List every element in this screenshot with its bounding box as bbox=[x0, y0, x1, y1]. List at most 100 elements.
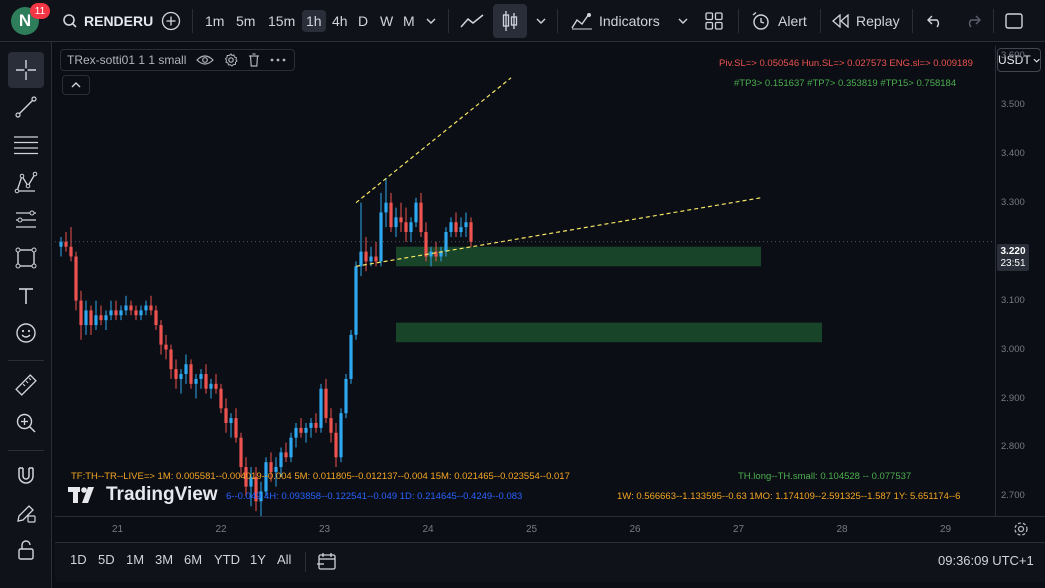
candle-body bbox=[184, 364, 188, 375]
interval-w[interactable]: W bbox=[380, 10, 393, 32]
replay-button[interactable]: Replay bbox=[856, 10, 900, 32]
candle-body bbox=[319, 388, 323, 428]
chevron-down-icon[interactable] bbox=[676, 14, 690, 28]
price-tick-label: 3.600 bbox=[1001, 49, 1025, 61]
text-tool[interactable] bbox=[8, 278, 44, 314]
support-zone bbox=[396, 246, 761, 267]
candle-body bbox=[214, 383, 218, 389]
range-1y[interactable]: 1Y bbox=[250, 552, 266, 567]
candle-body bbox=[384, 202, 388, 213]
range-5d[interactable]: 5D bbox=[98, 552, 115, 567]
candle-body bbox=[299, 427, 303, 433]
lock-tool[interactable] bbox=[8, 532, 44, 568]
undo-icon[interactable] bbox=[924, 10, 946, 32]
range-all[interactable]: All bbox=[277, 552, 291, 567]
zoom-tool[interactable] bbox=[8, 405, 44, 441]
magnet-tool[interactable] bbox=[8, 457, 44, 493]
range-6m[interactable]: 6M bbox=[184, 552, 202, 567]
trash-icon[interactable] bbox=[248, 53, 260, 67]
fullscreen-icon[interactable] bbox=[1003, 11, 1025, 31]
redo-icon[interactable] bbox=[962, 10, 984, 32]
bottom-toolbar bbox=[55, 542, 1045, 582]
candle-body bbox=[304, 427, 308, 433]
interval-4h[interactable]: 4h bbox=[332, 10, 348, 32]
shape-tool[interactable] bbox=[8, 240, 44, 276]
fib-tool[interactable] bbox=[8, 127, 44, 163]
range-3m[interactable]: 3M bbox=[155, 552, 173, 567]
interval-m[interactable]: M bbox=[403, 10, 415, 32]
line-chart-icon[interactable] bbox=[458, 9, 486, 33]
utc-clock[interactable]: 09:36:09 UTC+1 bbox=[938, 553, 1034, 568]
indicator-title[interactable]: TRex-sotti01 1 1 small bbox=[67, 53, 186, 67]
interval-15m[interactable]: 15m bbox=[268, 10, 295, 32]
toolbar-divider bbox=[993, 9, 994, 33]
candles-chart-icon[interactable] bbox=[493, 4, 527, 38]
chevron-up-icon bbox=[71, 82, 81, 88]
alert-button[interactable]: Alert bbox=[778, 10, 807, 32]
price-tick-label: 3.100 bbox=[1001, 294, 1025, 306]
watermark-text: TradingView bbox=[106, 484, 218, 505]
candle-body bbox=[99, 315, 103, 321]
range-1m[interactable]: 1M bbox=[126, 552, 144, 567]
interval-1h[interactable]: 1h bbox=[302, 10, 326, 32]
candle-body bbox=[119, 310, 123, 316]
candle-body bbox=[329, 418, 333, 433]
chevron-down-icon[interactable] bbox=[424, 14, 438, 28]
projection-icon bbox=[16, 210, 36, 228]
interval-5m[interactable]: 5m bbox=[236, 10, 255, 32]
settings-gear-icon[interactable] bbox=[224, 53, 239, 67]
forecast-tool[interactable] bbox=[8, 202, 44, 238]
measure-tool[interactable] bbox=[8, 367, 44, 403]
pattern-tool[interactable] bbox=[8, 165, 44, 201]
trend-line-tool[interactable] bbox=[8, 89, 44, 125]
candle-body bbox=[289, 437, 293, 458]
candle-body bbox=[314, 422, 318, 428]
icons-tool[interactable] bbox=[8, 315, 44, 351]
draw-mode-tool[interactable] bbox=[8, 495, 44, 531]
goto-date-calendar-icon[interactable] bbox=[316, 550, 338, 572]
replay-rewind-icon[interactable] bbox=[829, 11, 851, 31]
pattern-icon bbox=[14, 171, 38, 194]
indicators-button[interactable]: Indicators bbox=[599, 10, 660, 32]
toolbar-divider bbox=[738, 9, 739, 33]
candle-body bbox=[84, 310, 88, 326]
alarm-clock-icon[interactable] bbox=[749, 10, 773, 32]
candle-body bbox=[199, 374, 203, 379]
collapse-legend-button[interactable] bbox=[62, 75, 90, 95]
sidebar-divider bbox=[8, 450, 44, 451]
candle-body bbox=[309, 422, 313, 428]
candlestick-chart[interactable] bbox=[55, 46, 995, 516]
chart-area[interactable] bbox=[55, 46, 995, 516]
more-options-icon[interactable] bbox=[270, 58, 286, 62]
layouts-grid-icon[interactable] bbox=[702, 10, 726, 32]
chevron-down-icon[interactable] bbox=[534, 14, 548, 28]
candle-body bbox=[114, 310, 118, 316]
candle-body bbox=[409, 222, 413, 233]
price-tick-label: 3.000 bbox=[1001, 343, 1025, 355]
candle-body bbox=[419, 202, 423, 233]
pivot-sl-text: Piv.SL=> 0.050546 Hun.SL=> 0.027573 ENG.… bbox=[719, 58, 973, 69]
chart-settings-gear-icon[interactable] bbox=[1011, 519, 1031, 539]
candle-body bbox=[399, 217, 403, 223]
time-tick-label: 21 bbox=[112, 524, 124, 535]
candle-body bbox=[144, 305, 148, 311]
interval-1m[interactable]: 1m bbox=[205, 10, 224, 32]
time-axis[interactable] bbox=[55, 516, 1045, 542]
candle-body bbox=[149, 305, 153, 311]
trend-line-icon bbox=[15, 96, 37, 118]
tradingview-watermark: TradingView bbox=[68, 484, 218, 506]
indicator-legend[interactable]: TRex-sotti01 1 1 small bbox=[60, 49, 296, 71]
candle-body bbox=[454, 222, 458, 233]
text-icon bbox=[19, 288, 33, 304]
eye-icon[interactable] bbox=[196, 54, 215, 66]
interval-d[interactable]: D bbox=[358, 10, 368, 32]
candle-body bbox=[59, 241, 63, 247]
symbol-search[interactable]: RENDERU bbox=[62, 10, 153, 32]
range-ytd[interactable]: YTD bbox=[214, 552, 240, 567]
candle-body bbox=[389, 202, 393, 228]
indicators-icon[interactable] bbox=[570, 10, 594, 32]
range-1d[interactable]: 1D bbox=[70, 552, 87, 567]
crosshair-tool[interactable] bbox=[8, 52, 44, 88]
crosshair-icon bbox=[16, 60, 36, 80]
compare-add-icon[interactable] bbox=[160, 10, 182, 32]
